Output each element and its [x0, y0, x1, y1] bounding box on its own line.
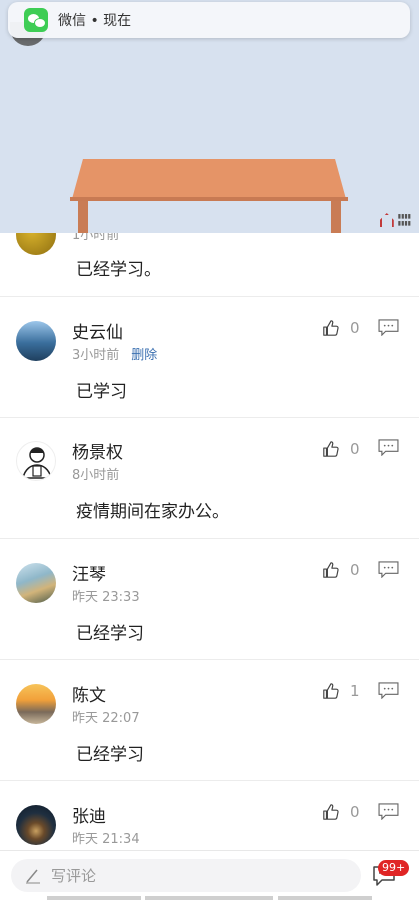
reply-icon[interactable]: [378, 682, 399, 699]
comment-content: 已经学习: [76, 745, 144, 765]
reply-icon[interactable]: [378, 319, 399, 336]
comment-time: 昨天 21:34: [72, 832, 140, 847]
comment-content: 已经学习: [76, 624, 144, 644]
comment-meta: 昨天 21:34: [72, 828, 140, 847]
watermark-text: ▮▮▮▮ ▮▮▮▮: [397, 213, 411, 227]
video-table-leg-right: [331, 201, 341, 233]
comment-item: 1小时前 已经学习。: [0, 233, 419, 297]
avatar-illustration: [22, 447, 52, 479]
thumbs-up-icon: [323, 320, 339, 336]
like-count: 0: [350, 319, 360, 337]
video-table-leg-left: [78, 201, 88, 233]
avatar[interactable]: [16, 321, 56, 361]
bottom-bar: 写评论 99+: [0, 850, 419, 900]
like-count: 1: [350, 682, 360, 700]
like-button[interactable]: 0: [322, 319, 360, 337]
thumbs-up-icon: [323, 804, 339, 820]
wechat-icon: [24, 8, 48, 32]
thumbs-up-icon: [323, 441, 339, 457]
reply-icon[interactable]: [378, 561, 399, 578]
comment-content: 疫情期间在家办公。: [76, 502, 229, 522]
comment-author[interactable]: 张迪: [72, 802, 106, 827]
avatar[interactable]: [16, 805, 56, 845]
comment-count-badge: 99+: [378, 860, 410, 876]
comment-item: 汪琴 昨天 23:33 0 已经学习: [0, 539, 419, 660]
delete-link[interactable]: 删除: [131, 344, 157, 363]
comment-content: 已经学习。: [76, 260, 161, 280]
avatar[interactable]: [16, 563, 56, 603]
like-button[interactable]: 1: [322, 682, 360, 700]
avatar[interactable]: [16, 441, 56, 481]
comment-author[interactable]: 史云仙: [72, 318, 123, 343]
comment-meta: 昨天 23:33: [72, 586, 140, 605]
wechat-notification[interactable]: 微信 • 现在: [8, 2, 410, 38]
avatar[interactable]: [16, 233, 56, 255]
comment-meta: 1小时前: [72, 233, 119, 243]
bottom-indicator: [278, 896, 372, 900]
comment-time: 8小时前: [72, 468, 120, 483]
like-button[interactable]: 0: [322, 803, 360, 821]
like-count: 0: [350, 803, 360, 821]
like-button[interactable]: 0: [322, 561, 360, 579]
comment-time: 3小时前: [72, 348, 120, 363]
comment-item: 杨景权 8小时前 0 疫情期间在家办公。: [0, 418, 419, 539]
avatar[interactable]: [16, 684, 56, 724]
notification-text: 微信 • 现在: [58, 13, 132, 29]
like-count: 0: [350, 561, 360, 579]
comment-meta: 3小时前 删除: [72, 344, 157, 363]
watermark-logo: [379, 213, 394, 227]
video-table-illustration: [72, 159, 346, 199]
thumbs-up-icon: [323, 562, 339, 578]
reply-icon[interactable]: [378, 439, 399, 456]
pencil-icon: [26, 869, 40, 883]
video-table-edge: [70, 197, 348, 201]
comment-item: 张迪 昨天 21:34 0: [0, 781, 419, 850]
comment-item: 陈文 昨天 22:07 1 已经学习: [0, 660, 419, 781]
comment-meta: 昨天 22:07: [72, 707, 140, 726]
bottom-indicator: [47, 896, 141, 900]
video-watermark: ▮▮▮▮ ▮▮▮▮: [379, 213, 411, 227]
bottom-indicator: [145, 896, 273, 900]
like-button[interactable]: 0: [322, 440, 360, 458]
like-count: 0: [350, 440, 360, 458]
comment-time: 昨天 22:07: [72, 711, 140, 726]
comment-content: 已学习: [76, 382, 127, 402]
comment-item: 史云仙 3小时前 删除 0 已学习: [0, 297, 419, 418]
write-comment-placeholder: 写评论: [51, 867, 97, 885]
comment-author[interactable]: 陈文: [72, 681, 106, 706]
reply-icon[interactable]: [378, 803, 399, 820]
comment-list[interactable]: 1小时前 已经学习。 史云仙 3小时前 删除 0 已学习 杨景权 8小时前 0 …: [0, 233, 419, 850]
comment-time: 1小时前: [72, 233, 120, 243]
comment-author[interactable]: 杨景权: [72, 438, 123, 463]
comment-author[interactable]: 汪琴: [72, 560, 106, 585]
write-comment-input[interactable]: 写评论: [11, 859, 361, 892]
comment-meta: 8小时前: [72, 464, 119, 483]
comment-time: 昨天 23:33: [72, 590, 140, 605]
thumbs-up-icon: [323, 683, 339, 699]
